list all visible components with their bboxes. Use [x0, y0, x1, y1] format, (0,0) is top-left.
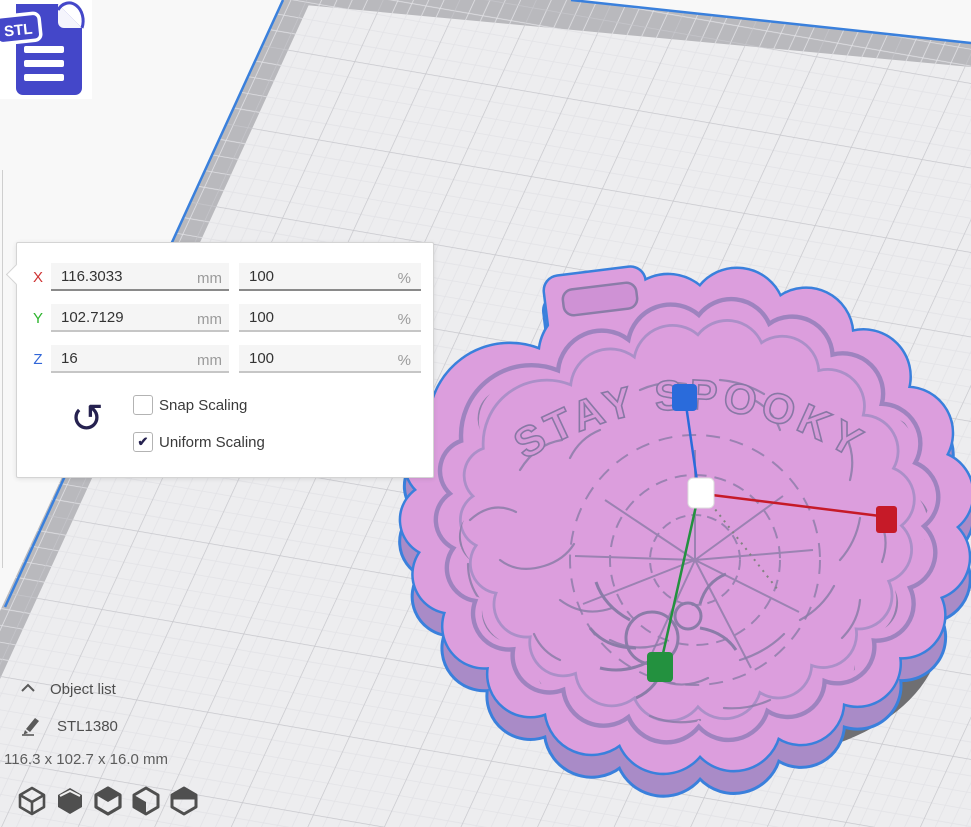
pencil-icon[interactable] — [20, 716, 42, 736]
stl-badge: STL — [0, 13, 41, 44]
z-size-input[interactable] — [51, 345, 229, 373]
view-right-button[interactable] — [169, 785, 199, 816]
scale-row-z: Z mm % — [17, 345, 433, 375]
scale-tool-panel: X mm % Y mm % Z mm % ↺ Snap Scaling ✔ Un… — [16, 242, 434, 478]
scale-handle-z[interactable] — [672, 384, 697, 411]
scale-handle-y[interactable] — [647, 652, 673, 682]
scale-handle-x[interactable] — [876, 506, 897, 533]
svg-text:STL: STL — [3, 21, 33, 41]
cube-front-icon — [55, 785, 85, 816]
y-percent-input[interactable] — [239, 304, 421, 332]
cube-top-icon — [93, 785, 123, 816]
chevron-up-icon[interactable] — [20, 683, 36, 693]
cube-right-icon — [169, 785, 199, 816]
uniform-scaling-label: Uniform Scaling — [159, 434, 265, 451]
z-percent-input[interactable] — [239, 345, 421, 373]
stl-file-icon[interactable]: STL — [0, 0, 92, 99]
toolbar-divider — [2, 170, 3, 568]
scale-row-x: X mm % — [17, 263, 433, 293]
view-top-button[interactable] — [93, 785, 123, 816]
object-list-title: Object list — [50, 681, 116, 698]
view-3d-button[interactable] — [17, 785, 47, 816]
scale-handle-center[interactable] — [688, 478, 714, 508]
camera-view-toolbar — [17, 785, 199, 817]
model-dimensions: 116.3 x 102.7 x 16.0 mm — [4, 751, 168, 768]
z-axis-label: Z — [27, 351, 49, 368]
cube-wireframe-icon — [17, 785, 47, 816]
y-size-input[interactable] — [51, 304, 229, 332]
object-name: STL1380 — [57, 718, 118, 735]
uniform-scaling-checkbox[interactable]: ✔ — [133, 432, 153, 452]
reset-scale-button[interactable]: ↺ — [65, 393, 109, 445]
view-front-button[interactable] — [55, 785, 85, 816]
y-axis-label: Y — [27, 310, 49, 327]
scale-row-y: Y mm % — [17, 304, 433, 334]
snap-scaling-label: Snap Scaling — [159, 397, 247, 414]
snap-scaling-checkbox[interactable] — [133, 395, 153, 415]
view-left-button[interactable] — [131, 785, 161, 816]
x-axis-label: X — [27, 269, 49, 286]
x-size-input[interactable] — [51, 263, 229, 291]
x-percent-input[interactable] — [239, 263, 421, 291]
cube-left-icon — [131, 785, 161, 816]
